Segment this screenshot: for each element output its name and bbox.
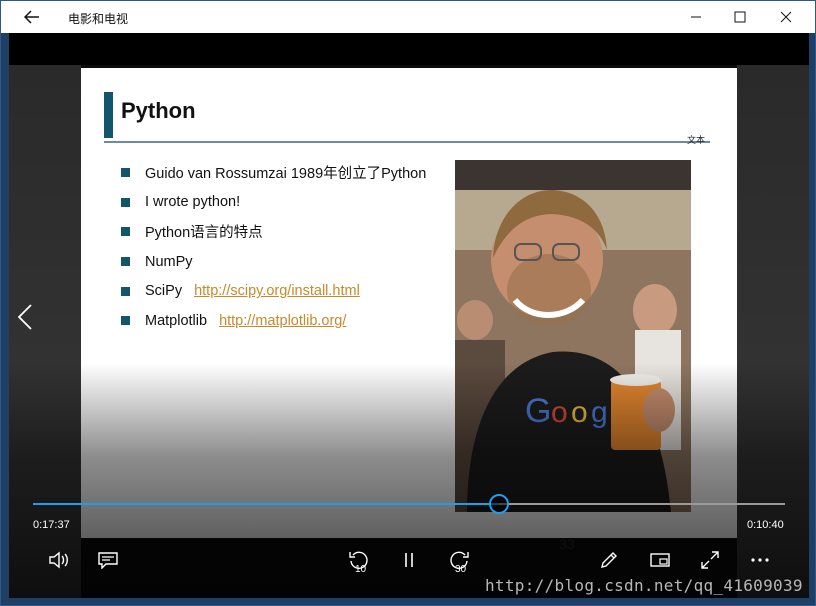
- skip-back-button[interactable]: 10: [343, 545, 375, 575]
- close-icon: [780, 11, 792, 23]
- chevron-left-icon: [17, 304, 32, 330]
- more-icon: [751, 558, 769, 562]
- bullet-item: Guido van Rossumzai 1989年创立了Python: [121, 158, 426, 188]
- mini-view-button[interactable]: [644, 545, 676, 575]
- title-underline: [104, 141, 710, 143]
- matplotlib-link[interactable]: http://matplotlib.org/: [219, 313, 346, 329]
- letterbox-top: [9, 33, 809, 65]
- title-accent-bar: [104, 92, 113, 138]
- title-bar: 电影和电视: [1, 1, 815, 33]
- bullet-square-icon: [121, 316, 130, 326]
- pause-icon: [405, 553, 413, 567]
- more-button[interactable]: [744, 545, 776, 575]
- volume-button[interactable]: [43, 545, 75, 575]
- minimize-icon: [691, 16, 701, 18]
- bullet-item: Matplotlib http://matplotlib.org/: [121, 306, 426, 336]
- bullet-item: I wrote python!: [121, 188, 426, 218]
- pause-button[interactable]: [393, 545, 425, 575]
- slide-title: Python: [121, 98, 196, 123]
- back-button[interactable]: [9, 1, 55, 33]
- app-title: 电影和电视: [68, 12, 129, 26]
- subtitles-icon: [98, 552, 118, 569]
- mini-view-icon: [650, 553, 670, 567]
- bullet-item: Python语言的特点: [121, 217, 426, 247]
- watermark: http://blog.csdn.net/qq_41609039: [485, 576, 803, 595]
- bullet-text: I wrote python!: [145, 194, 241, 211]
- bullet-text: SciPy: [145, 283, 183, 300]
- skip-back-seconds: 10: [355, 564, 367, 575]
- slide-tag: 文本: [687, 135, 706, 145]
- bullet-text: Matplotlib: [145, 312, 208, 329]
- back-arrow-icon: [24, 10, 39, 24]
- bullet-item: NumPy: [121, 247, 426, 277]
- bullet-text: Python语言的特点: [145, 225, 263, 242]
- seek-bar-fill: [33, 503, 500, 505]
- volume-icon: [49, 551, 68, 569]
- elapsed-time: 0:17:37: [33, 519, 70, 531]
- pen-button[interactable]: [593, 545, 625, 575]
- bullet-text: Guido van Rossumzai 1989年创立了Python: [145, 166, 427, 183]
- bullet-square-icon: [121, 286, 130, 296]
- bullet-square-icon: [121, 227, 130, 237]
- bullet-item: SciPy http://scipy.org/install.html: [121, 276, 426, 306]
- remaining-time: 0:10:40: [747, 519, 784, 531]
- bullet-text: NumPy: [145, 253, 193, 270]
- bullet-list: Guido van Rossumzai 1989年创立了Python I wro…: [121, 158, 426, 336]
- slide-page-number: 33: [559, 536, 575, 552]
- app-window: 电影和电视 Python 文本 Guido van Rossumzai 1989…: [0, 0, 816, 606]
- close-button[interactable]: [763, 1, 809, 33]
- video-surface[interactable]: Python 文本 Guido van Rossumzai 1989年创立了Py…: [9, 33, 809, 598]
- pen-icon: [601, 552, 617, 568]
- maximize-button[interactable]: [717, 1, 763, 33]
- skip-forward-button[interactable]: 30: [443, 545, 475, 575]
- subtitles-button[interactable]: [92, 545, 124, 575]
- bullet-square-icon: [121, 257, 130, 267]
- previous-button[interactable]: [17, 303, 37, 333]
- minimize-button[interactable]: [673, 1, 719, 33]
- fullscreen-button[interactable]: [694, 545, 726, 575]
- bullet-square-icon: [121, 168, 130, 178]
- scipy-link[interactable]: http://scipy.org/install.html: [194, 283, 360, 299]
- maximize-icon: [734, 11, 746, 23]
- bullet-square-icon: [121, 197, 130, 207]
- skip-forward-seconds: 30: [455, 564, 467, 575]
- fullscreen-icon: [701, 551, 719, 569]
